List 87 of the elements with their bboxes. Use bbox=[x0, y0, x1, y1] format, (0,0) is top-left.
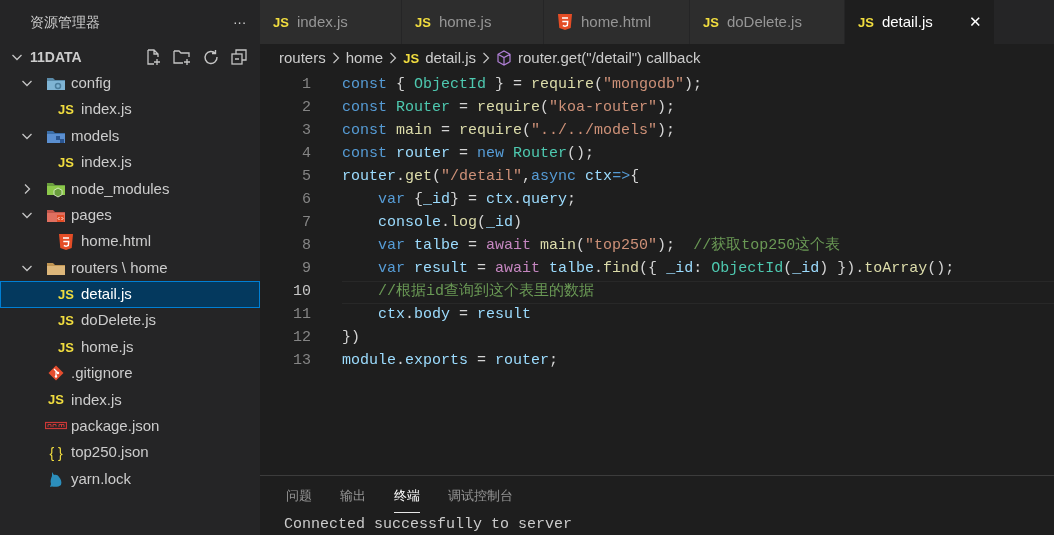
code-line: //根据id查询到这个表里的数据 bbox=[342, 281, 1054, 304]
editor-tab[interactable]: home.html bbox=[544, 0, 690, 44]
line-number: 13 bbox=[292, 351, 311, 372]
tree-item[interactable]: JS doDelete.js bbox=[0, 307, 260, 334]
js-icon: JS bbox=[58, 287, 74, 301]
line-number: 11 bbox=[292, 305, 311, 326]
chevron-icon bbox=[482, 52, 490, 64]
editor-tab[interactable]: JS detail.js ✕ bbox=[845, 0, 995, 44]
code-line: const main = require("../../models"); bbox=[342, 121, 677, 142]
code-line: var {_id} = ctx.query; bbox=[377, 190, 578, 211]
folder-root-label[interactable]: 11DATA bbox=[30, 46, 144, 68]
html5-icon bbox=[557, 13, 573, 31]
line-number: 4 bbox=[301, 144, 311, 165]
js-icon: JS bbox=[48, 393, 64, 407]
code-line: const router = new Router(); bbox=[342, 144, 596, 165]
breadcrumb-item[interactable]: routers bbox=[279, 46, 326, 70]
code-line: const Router = require("koa-router"); bbox=[342, 98, 677, 119]
line-number: 1 bbox=[301, 75, 311, 96]
braces-icon: { } bbox=[49, 445, 63, 460]
tree-item[interactable]: JS index.js bbox=[0, 149, 260, 176]
tree-item[interactable]: routers \ home bbox=[0, 254, 260, 282]
refresh-icon[interactable] bbox=[202, 48, 220, 66]
tree-item[interactable]: package.json bbox=[0, 413, 260, 440]
code-line: console.log(_id) bbox=[377, 213, 524, 234]
explorer-title: 资源管理器 bbox=[30, 12, 100, 32]
code-line: const { ObjectId } = require("mongodb"); bbox=[342, 75, 704, 96]
editor-tab[interactable]: JS home.js bbox=[402, 0, 544, 44]
js-icon: JS bbox=[403, 51, 420, 65]
cube-icon bbox=[496, 50, 512, 66]
panel-tab[interactable]: 输出 bbox=[340, 486, 366, 513]
tree-item[interactable]: { } top250.json bbox=[0, 439, 260, 466]
new-file-icon[interactable] bbox=[144, 48, 162, 66]
code-line: router.get("/detail",async ctx=>{ bbox=[342, 167, 641, 188]
tree-item[interactable]: JS index.js bbox=[0, 386, 260, 414]
js-icon: JS bbox=[273, 15, 289, 29]
js-icon: JS bbox=[703, 15, 719, 29]
js-icon: JS bbox=[58, 103, 74, 117]
html5-icon bbox=[58, 232, 74, 251]
code-folder-icon bbox=[46, 207, 66, 224]
line-number: 8 bbox=[301, 236, 311, 257]
tree-item[interactable]: JS index.js bbox=[0, 96, 260, 123]
js-icon: JS bbox=[415, 15, 431, 29]
code-line: module.exports = router; bbox=[342, 351, 560, 372]
code-line: }) bbox=[342, 328, 361, 349]
chevron-icon bbox=[331, 52, 340, 64]
line-number: 10 bbox=[292, 282, 311, 303]
js-icon: JS bbox=[58, 314, 74, 328]
close-button[interactable]: ✕ bbox=[969, 10, 982, 34]
new-folder-icon[interactable] bbox=[172, 48, 192, 66]
tree-item[interactable]: JS detail.js bbox=[0, 281, 260, 308]
npm-icon bbox=[45, 421, 67, 432]
terminal-output: Connected successfully to server bbox=[283, 514, 574, 533]
line-number: 12 bbox=[292, 328, 311, 349]
panel-tab[interactable]: 终端 bbox=[394, 486, 420, 513]
panel-tab[interactable]: 调试控制台 bbox=[448, 486, 513, 513]
collapse-all-icon[interactable] bbox=[230, 48, 248, 66]
tree-item[interactable]: .gitignore bbox=[0, 360, 260, 387]
line-number: 9 bbox=[301, 259, 311, 280]
js-icon: JS bbox=[58, 340, 74, 354]
line-number: 6 bbox=[301, 190, 311, 211]
breadcrumb-item[interactable]: router.get("/detail") callback bbox=[518, 46, 701, 70]
line-number: 3 bbox=[301, 121, 311, 142]
tree-item[interactable]: JS home.js bbox=[0, 333, 260, 361]
breadcrumb-item[interactable]: detail.js bbox=[425, 46, 476, 70]
line-number: 7 bbox=[301, 213, 311, 234]
tree-item[interactable]: node_modules bbox=[0, 175, 260, 202]
more-button[interactable]: ··· bbox=[233, 11, 246, 33]
tree-item[interactable]: home.html bbox=[0, 228, 260, 255]
js-icon: JS bbox=[858, 15, 874, 29]
git-icon bbox=[48, 365, 64, 382]
editor-tab[interactable]: JS index.js bbox=[260, 0, 402, 44]
code-line: var result = await talbe.find({ _id: ObjectId(_id) }).toArray(); bbox=[377, 259, 956, 280]
tree-item[interactable]: pages bbox=[0, 201, 260, 229]
js-icon: JS bbox=[58, 155, 74, 169]
cat-icon bbox=[48, 470, 64, 489]
gear-folder-icon bbox=[46, 75, 66, 92]
tree-item[interactable]: models bbox=[0, 122, 260, 150]
line-number: 2 bbox=[301, 98, 311, 119]
code-line: ctx.body = result bbox=[377, 305, 533, 326]
breadcrumb-item[interactable]: home bbox=[345, 46, 384, 70]
tree-item[interactable]: yarn.lock bbox=[0, 465, 260, 493]
line-number: 5 bbox=[301, 167, 311, 188]
code-line: var talbe = await main("top250"); //获取top250这个表 bbox=[377, 235, 842, 257]
tree-item[interactable]: config bbox=[0, 70, 260, 97]
editor-tab[interactable]: JS doDelete.js bbox=[690, 0, 845, 44]
panel-tab[interactable]: 问题 bbox=[286, 486, 312, 513]
chevron-icon bbox=[389, 52, 398, 64]
